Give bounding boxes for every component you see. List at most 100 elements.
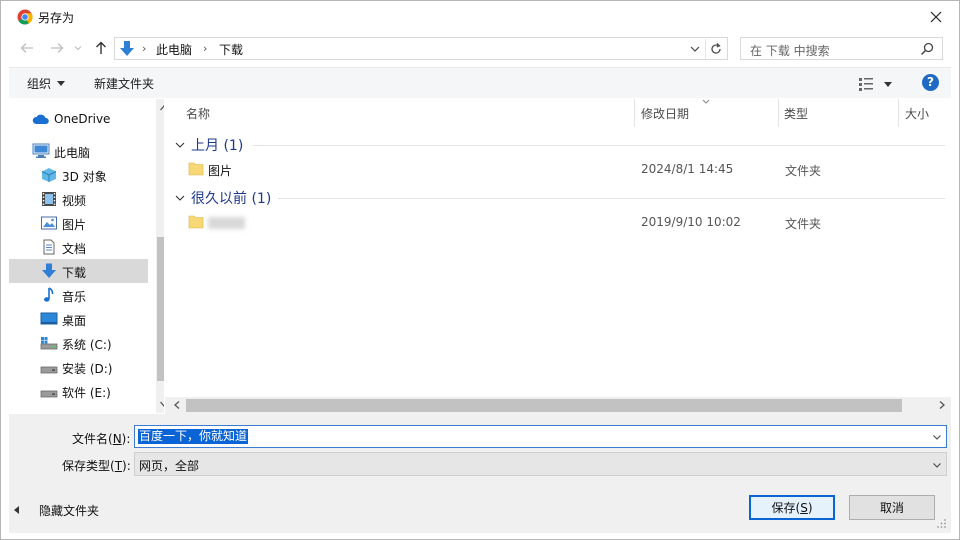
sidebar-item-this-pc[interactable]: 此电脑: [9, 139, 148, 163]
refresh-button[interactable]: [705, 39, 725, 59]
group-label: 上月 (1): [191, 138, 244, 154]
column-divider[interactable]: [634, 99, 635, 127]
column-header-type[interactable]: 类型: [784, 105, 808, 122]
drive-icon: [40, 366, 58, 374]
cube-icon: [41, 168, 57, 182]
film-icon: [42, 192, 56, 206]
filetype-label: 保存类型(T):: [62, 457, 131, 474]
chevron-right-icon[interactable]: [937, 400, 947, 410]
change-view-button[interactable]: [857, 75, 897, 93]
sidebar-item-onedrive[interactable]: OneDrive: [9, 107, 148, 131]
search-icon: [920, 42, 934, 56]
sidebar-item-music[interactable]: 音乐: [9, 283, 148, 307]
file-row[interactable]: 2019/9/10 10:02 文件夹: [165, 211, 951, 235]
filename-input[interactable]: 百度一下，你就知道: [134, 425, 947, 448]
filename-label-end: ):: [121, 432, 131, 446]
file-type: 文件夹: [785, 217, 822, 231]
sidebar-item-desktop[interactable]: 桌面: [9, 307, 148, 331]
filetype-label-end: ):: [122, 459, 131, 473]
organize-label: 组织: [27, 77, 52, 91]
chevron-left-icon[interactable]: [172, 400, 182, 410]
filetype-select[interactable]: 网页，全部: [134, 452, 947, 476]
download-arrow-icon: [42, 263, 56, 278]
sidebar-item-label: 视频: [62, 194, 87, 208]
back-arrow-icon: [20, 43, 33, 53]
sidebar-item-downloads[interactable]: 下载: [9, 259, 148, 283]
chrome-icon: [17, 9, 33, 25]
sidebar-item-drive-e[interactable]: 软件 (E:): [9, 379, 148, 403]
file-date: 2019/9/10 10:02: [641, 215, 741, 229]
scrollbar-thumb[interactable]: [186, 399, 902, 412]
address-bar[interactable]: › 此电脑 › 下载: [114, 37, 728, 60]
breadcrumb-this-pc[interactable]: 此电脑: [156, 41, 192, 58]
filetype-value: 网页，全部: [139, 459, 200, 473]
save-as-dialog: 另存为 › 此电脑 › 下载 在 下载 中搜索 组织 新建文件夹 ? OneDr…: [0, 0, 960, 540]
file-row[interactable]: 图片 2024/8/1 14:45 文件夹: [165, 158, 951, 182]
help-button[interactable]: ?: [922, 74, 939, 91]
search-box[interactable]: 在 下载 中搜索: [740, 37, 943, 60]
cancel-button[interactable]: 取消: [849, 495, 935, 520]
column-divider[interactable]: [778, 99, 779, 127]
sidebar-item-label: OneDrive: [54, 112, 111, 126]
sidebar-item-label: 文档: [62, 242, 87, 256]
resize-grip-icon[interactable]: [937, 519, 947, 529]
sidebar-item-videos[interactable]: 视频: [9, 187, 148, 211]
group-header-last-month[interactable]: 上月 (1): [165, 134, 951, 156]
up-button[interactable]: [91, 38, 111, 58]
chevron-down-icon: [175, 142, 185, 148]
close-button[interactable]: [921, 5, 951, 29]
column-divider[interactable]: [898, 99, 899, 127]
music-note-icon: [44, 287, 54, 302]
sidebar-item-label: 桌面: [62, 314, 87, 328]
save-button[interactable]: 保存(S): [749, 495, 835, 520]
chevron-up-icon[interactable]: [159, 103, 164, 113]
new-folder-button[interactable]: 新建文件夹: [94, 75, 154, 92]
sidebar-item-label: 此电脑: [54, 146, 91, 160]
chevron-down-icon: [74, 46, 82, 51]
redacted-file-name: [208, 217, 245, 229]
scrollbar-thumb[interactable]: [157, 237, 164, 381]
cloud-icon: [32, 114, 49, 124]
group-label: 很久以前 (1): [191, 191, 272, 207]
forward-arrow-icon: [51, 43, 64, 53]
navigation-bar: › 此电脑 › 下载 在 下载 中搜索: [1, 32, 959, 64]
search-placeholder: 在 下载 中搜索: [750, 44, 830, 58]
chevron-down-icon[interactable]: [159, 399, 164, 409]
filename-access-key: N: [112, 432, 122, 446]
sidebar-item-label: 系统 (C:): [62, 338, 112, 352]
sidebar-item-drive-c[interactable]: 系统 (C:): [9, 331, 148, 355]
group-divider: [253, 145, 945, 146]
sidebar-item-label: 软件 (E:): [62, 386, 111, 400]
folder-icon: [188, 162, 204, 176]
hide-folders-label: 隐藏文件夹: [39, 504, 100, 518]
download-arrow-icon: [120, 41, 134, 56]
chevron-down-icon[interactable]: [931, 431, 943, 443]
column-header-date[interactable]: 修改日期: [641, 105, 689, 122]
group-header-long-ago[interactable]: 很久以前 (1): [165, 187, 951, 209]
column-header-size[interactable]: 大小: [905, 105, 929, 122]
filename-label-text: 文件名(: [72, 432, 113, 446]
title-bar: 另存为: [1, 1, 959, 32]
file-type: 文件夹: [785, 164, 822, 178]
file-list-horizontal-scrollbar[interactable]: [165, 397, 951, 414]
sidebar-item-pictures[interactable]: 图片: [9, 211, 148, 235]
list-view-icon: [859, 78, 892, 91]
breadcrumb-downloads[interactable]: 下载: [219, 41, 243, 58]
sidebar-item-drive-d[interactable]: 安装 (D:): [9, 355, 148, 379]
chevron-down-icon[interactable]: [687, 41, 703, 57]
back-button[interactable]: [17, 38, 37, 58]
desktop-icon: [40, 312, 58, 325]
column-header-name[interactable]: 名称: [186, 105, 210, 122]
sidebar-item-documents[interactable]: 文档: [9, 235, 148, 259]
recent-locations-button[interactable]: [71, 38, 85, 58]
sidebar-item-label: 图片: [62, 218, 87, 232]
navigation-pane-scrollbar[interactable]: [156, 99, 164, 413]
close-icon: [930, 11, 942, 23]
filename-label: 文件名(N):: [72, 430, 130, 447]
sidebar-item-3d-objects[interactable]: 3D 对象: [9, 163, 148, 187]
forward-button[interactable]: [47, 38, 67, 58]
breadcrumb-separator: ›: [142, 42, 147, 55]
document-icon: [43, 239, 55, 255]
computer-icon: [32, 143, 50, 158]
organize-button[interactable]: 组织: [27, 75, 66, 92]
